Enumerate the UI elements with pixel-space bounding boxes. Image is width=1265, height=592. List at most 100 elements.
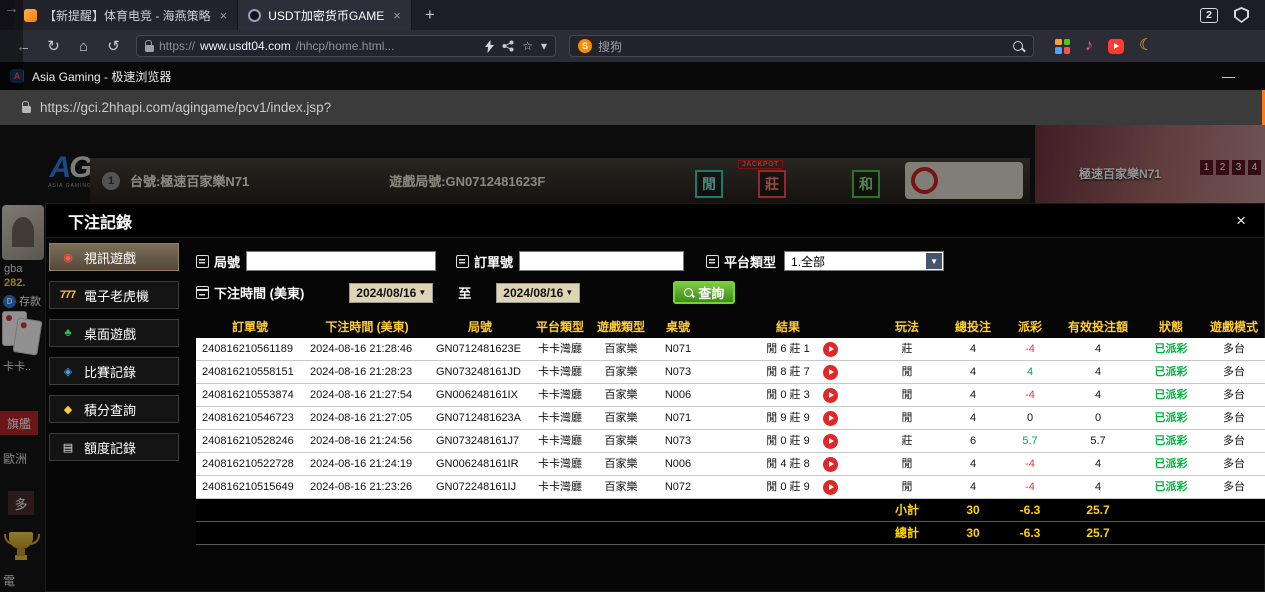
sidebar-menu-item[interactable]: ♣ 桌面遊戲 xyxy=(49,319,179,347)
table-row: 240816210546723 2024-08-16 21:27:05 GN07… xyxy=(196,407,1265,430)
query-search-icon xyxy=(684,288,693,297)
table-summary: 小計 30 -6.3 25.7 總計 30 -6.3 25.7 xyxy=(196,499,1265,545)
replay-button[interactable] xyxy=(823,434,838,449)
cell-table-number: N006 xyxy=(652,453,704,475)
cell-status: 已派彩 xyxy=(1140,453,1202,475)
replay-button[interactable] xyxy=(823,365,838,380)
menu-item-icon: ◆ xyxy=(57,403,78,416)
shield-icon[interactable] xyxy=(1234,7,1249,23)
cell-order-number: 240816210546723 xyxy=(196,407,304,429)
music-icon[interactable]: ♪ xyxy=(1085,38,1093,54)
platform-type-select[interactable]: 1.全部 ▼ xyxy=(784,251,944,271)
browser-address-bar: ← → ↻ ⌂ ↺ https://www.usdt04.com/hhcp/ho… xyxy=(0,30,1265,62)
sidebar-menu-item[interactable]: 777 電子老虎機 xyxy=(49,281,179,309)
cell-table-number: N071 xyxy=(652,407,704,429)
filter-row-2: 下注時間 (美東) 2024/08/16▼ 至 2024/08/16▼ 查詢 xyxy=(196,281,735,304)
cell-result: 閒 0 莊 3 xyxy=(704,384,872,406)
night-mode-icon[interactable]: ☾ xyxy=(1139,38,1153,54)
column-header: 玩法 xyxy=(872,316,942,338)
round-filter-label: 局號 xyxy=(214,252,240,271)
bet-records-modal: 下注記錄 × ◉ 視訊遊戲 777 電子老虎機 ♣ xyxy=(45,203,1265,592)
tab-count-badge[interactable]: 2 xyxy=(1200,8,1218,23)
close-icon[interactable]: × xyxy=(1232,211,1250,231)
platform-filter-label: 平台類型 xyxy=(724,252,776,271)
cell-round-number: GN006248161IX xyxy=(430,384,530,406)
order-number-input[interactable] xyxy=(519,251,684,271)
cell-result: 閒 4 莊 8 xyxy=(704,453,872,475)
cell-status: 已派彩 xyxy=(1140,407,1202,429)
tab2-close-icon[interactable]: × xyxy=(393,8,401,23)
video-icon[interactable] xyxy=(1108,39,1124,54)
browser-tab-1[interactable]: 【新提醒】体育电竞 - 海燕策略 × xyxy=(14,0,238,30)
replay-button[interactable] xyxy=(823,388,838,403)
table-row: 240816210558151 2024-08-16 21:28:23 GN07… xyxy=(196,361,1265,384)
column-header: 局號 xyxy=(430,316,530,338)
cell-order-number: 240816210561189 xyxy=(196,338,304,360)
inner-address-bar[interactable]: https://gci.2hhapi.com/agingame/pcv1/ind… xyxy=(0,90,1265,125)
cell-valid-bet: 4 xyxy=(1056,361,1140,383)
query-button[interactable]: 查詢 xyxy=(673,281,735,304)
search-input[interactable]: S 搜狗 xyxy=(569,35,1034,57)
replay-button[interactable] xyxy=(823,457,838,472)
bookmark-star-icon[interactable]: ☆ xyxy=(522,39,533,53)
new-tab-button[interactable]: + xyxy=(412,5,448,25)
undo-button[interactable]: ↺ xyxy=(102,37,125,55)
app-title-bar: A Asia Gaming - 极速浏览器 — xyxy=(0,62,1265,90)
cell-total-bet: 4 xyxy=(942,407,1004,429)
cell-valid-bet: 4 xyxy=(1056,384,1140,406)
order-doc-icon xyxy=(456,255,469,268)
lightning-icon[interactable] xyxy=(485,40,494,53)
cell-payout: -4 xyxy=(1004,476,1056,498)
cell-round-number: GN073248161JD xyxy=(430,361,530,383)
cell-order-number: 240816210553874 xyxy=(196,384,304,406)
browser-tab-2-active[interactable]: USDT加密货币GAME × xyxy=(238,0,412,30)
url-field[interactable]: https://www.usdt04.com/hhcp/home.html...… xyxy=(136,35,556,57)
apps-grid-icon[interactable] xyxy=(1055,39,1070,54)
cell-game-mode: 多台 xyxy=(1202,407,1265,429)
cell-play-type: 閒 xyxy=(872,476,942,498)
round-number-input[interactable] xyxy=(246,251,436,271)
modal-header: 下注記錄 × xyxy=(46,204,1264,238)
lock-icon xyxy=(22,106,31,113)
cell-table-number: N006 xyxy=(652,384,704,406)
replay-button[interactable] xyxy=(823,342,838,357)
share-icon[interactable] xyxy=(502,40,514,52)
refresh-button[interactable]: ↻ xyxy=(42,37,65,55)
minimize-button[interactable]: — xyxy=(1222,69,1255,84)
cell-round-number: GN0712481623A xyxy=(430,407,530,429)
bet-records-table: 訂單號下注時間 (美東)局號平台類型遊戲類型桌號結果玩法總投注派彩有效投注額狀態… xyxy=(196,316,1265,545)
sidebar-menu-item[interactable]: ◆ 積分查詢 xyxy=(49,395,179,423)
cell-platform: 卡卡灣廳 xyxy=(530,338,590,360)
sidebar-menu-item[interactable]: ◉ 視訊遊戲 xyxy=(49,243,179,271)
cell-valid-bet: 5.7 xyxy=(1056,430,1140,452)
menu-item-label: 積分查詢 xyxy=(84,400,136,419)
app-window-title: Asia Gaming - 极速浏览器 xyxy=(32,68,171,85)
url-host: www.usdt04.com xyxy=(200,39,291,53)
replay-button[interactable] xyxy=(823,411,838,426)
date-to-picker[interactable]: 2024/08/16▼ xyxy=(496,283,580,303)
cell-platform: 卡卡灣廳 xyxy=(530,407,590,429)
cell-play-type: 莊 xyxy=(872,338,942,360)
tab1-close-icon[interactable]: × xyxy=(220,8,228,23)
sidebar-menu-item[interactable]: ▤ 額度記錄 xyxy=(49,433,179,461)
sidebar-menu-item[interactable]: ◈ 比賽記錄 xyxy=(49,357,179,385)
order-filter-label: 訂單號 xyxy=(474,252,513,271)
cell-bet-time: 2024-08-16 21:28:46 xyxy=(304,338,430,360)
replay-button[interactable] xyxy=(823,480,838,495)
cell-total-bet: 4 xyxy=(942,453,1004,475)
date-from-picker[interactable]: 2024/08/16▼ xyxy=(349,283,433,303)
chevron-down-icon[interactable]: ▾ xyxy=(541,39,547,53)
column-header: 平台類型 xyxy=(530,316,590,338)
browser-tab-bar: 【新提醒】体育电竞 - 海燕策略 × USDT加密货币GAME × + 2 xyxy=(0,0,1265,30)
table-row: 240816210515649 2024-08-16 21:23:26 GN07… xyxy=(196,476,1265,499)
summary-label: 小計 xyxy=(872,499,942,522)
url-scheme: https:// xyxy=(159,39,195,53)
tab1-favicon xyxy=(24,9,37,22)
cell-play-type: 莊 xyxy=(872,430,942,452)
platform-list-icon xyxy=(706,255,719,268)
search-icon[interactable] xyxy=(1013,41,1023,51)
home-button[interactable]: ⌂ xyxy=(72,38,95,55)
column-header: 遊戲模式 xyxy=(1202,316,1265,338)
column-header: 有效投注額 xyxy=(1056,316,1140,338)
tag-icon xyxy=(196,255,209,268)
